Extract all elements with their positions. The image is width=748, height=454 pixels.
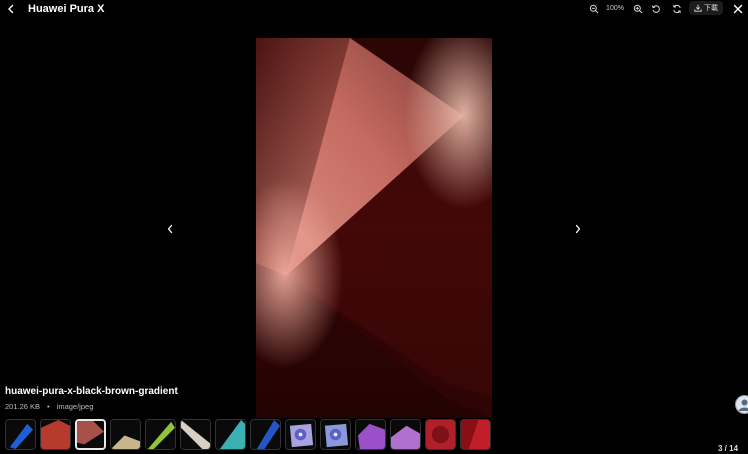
image-viewer: Huawei Pura X 100% 下載 huawei-pura-x-blac…: [0, 0, 748, 454]
zoom-out-icon: [589, 4, 599, 14]
download-label: 下載: [704, 5, 718, 12]
thumbnail-5[interactable]: [145, 419, 176, 450]
chevron-left-icon: [8, 4, 14, 14]
previous-image-button[interactable]: [163, 222, 177, 236]
avatar-icon: [738, 399, 748, 411]
red-ribbon-icon: [41, 420, 70, 449]
navy-ribbon-icon: [251, 420, 280, 449]
file-type: image/jpeg: [56, 402, 94, 411]
purple-shapes-icon: [356, 420, 385, 449]
thumbnail-8[interactable]: [250, 419, 281, 450]
thumbnail-6[interactable]: [180, 419, 211, 450]
lavender-flower-icon: [286, 420, 315, 449]
thumbnail-9[interactable]: [285, 419, 316, 450]
file-meta: 201.26 KB • image/jpeg: [5, 402, 93, 412]
violet-shapes-icon: [391, 420, 420, 449]
teal-ribbon-icon: [216, 420, 245, 449]
close-icon: [733, 4, 743, 14]
back-button[interactable]: [4, 2, 18, 16]
thumbnail-2[interactable]: [40, 419, 71, 450]
image-counter: 3 / 14: [718, 444, 739, 453]
zoom-in-button[interactable]: [632, 3, 644, 15]
next-image-button[interactable]: [571, 222, 585, 236]
zoom-out-button[interactable]: [588, 3, 600, 15]
blue-ribbon-icon: [6, 420, 35, 449]
chevron-left-icon: [167, 224, 173, 234]
gold-streaks-icon: [111, 420, 140, 449]
red-fold-icon: [461, 420, 490, 449]
album-title: Huawei Pura X: [28, 3, 105, 15]
silver-beam-icon: [181, 420, 210, 449]
green-ribbon-icon: [146, 420, 175, 449]
crimson-petals-icon: [426, 420, 455, 449]
rotate-button[interactable]: [650, 3, 662, 15]
file-size: 201.26 KB: [5, 402, 41, 411]
zoom-in-icon: [633, 4, 643, 14]
zoom-level: 100%: [606, 5, 624, 12]
thumbnail-4[interactable]: [110, 419, 141, 450]
thumbnail-12[interactable]: [390, 419, 421, 450]
chevron-right-icon: [575, 224, 581, 234]
close-button[interactable]: [731, 2, 745, 16]
thumbnail-7[interactable]: [215, 419, 246, 450]
thumbnail-3[interactable]: [75, 419, 106, 450]
refresh-icon: [673, 4, 681, 14]
thumbnail-14[interactable]: [460, 419, 491, 450]
meta-separator: •: [47, 402, 50, 411]
thumbnail-strip: [5, 419, 491, 451]
thumbnail-11[interactable]: [355, 419, 386, 450]
assistant-avatar[interactable]: [735, 395, 748, 414]
file-name: huawei-pura-x-black-brown-gradient: [5, 386, 178, 397]
blue-flower-icon: [321, 420, 350, 449]
thumbnail-1[interactable]: [5, 419, 36, 450]
brown-gradient-icon: [77, 421, 104, 448]
reset-button[interactable]: [671, 3, 683, 15]
rotate-left-icon: [651, 5, 660, 13]
main-image: [256, 38, 492, 418]
download-button[interactable]: 下載: [689, 1, 723, 15]
download-icon: [694, 4, 702, 12]
thumbnail-13[interactable]: [425, 419, 456, 450]
thumbnail-10[interactable]: [320, 419, 351, 450]
viewer-toolbar: Huawei Pura X 100% 下載: [0, 0, 748, 18]
